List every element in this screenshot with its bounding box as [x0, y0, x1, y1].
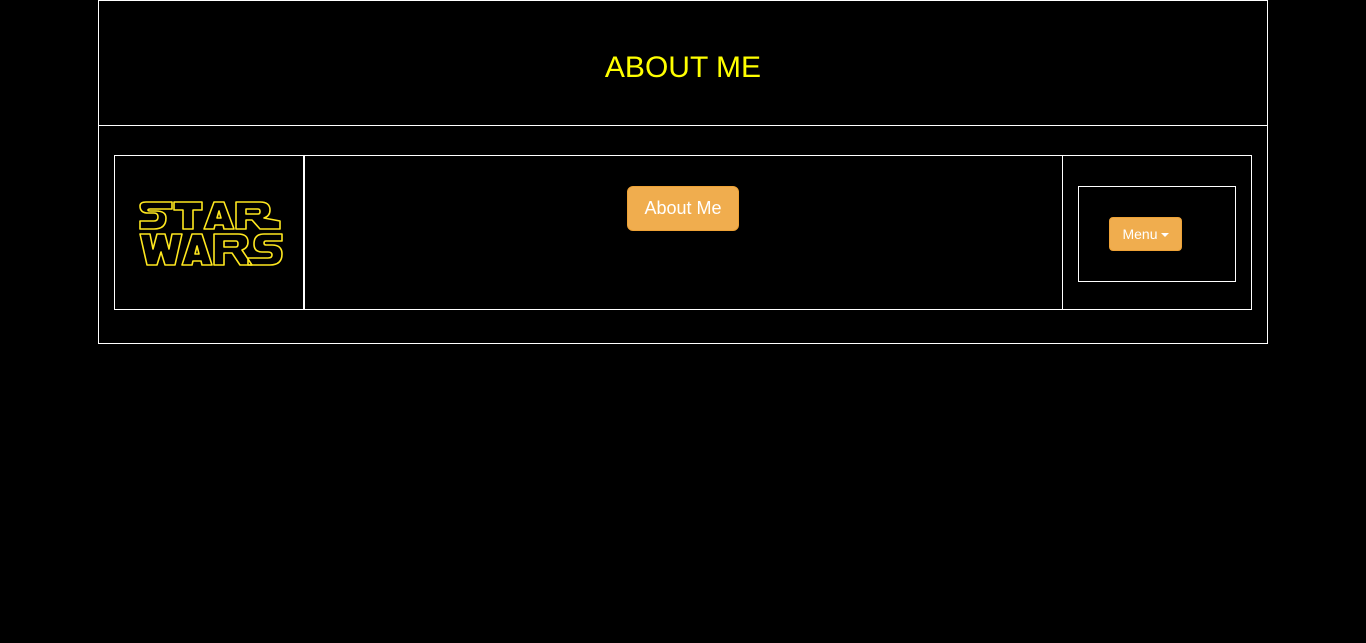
menu-dropdown-button[interactable]: Menu: [1109, 217, 1182, 251]
header: ABOUT ME: [99, 0, 1267, 126]
menu-button-label: Menu: [1122, 226, 1158, 242]
logo-cell: [114, 155, 304, 310]
about-me-button[interactable]: About Me: [627, 186, 739, 231]
page-title: ABOUT ME: [604, 51, 762, 84]
caret-down-icon: [1160, 233, 1169, 238]
star-wars-logo: [139, 201, 283, 266]
content-row: About Me Menu: [114, 155, 1252, 311]
page-container: ABOUT ME About Me Menu: [98, 0, 1268, 344]
main-cell: About Me: [304, 155, 1063, 310]
menu-cell: Menu: [1062, 155, 1252, 310]
menu-container: Menu: [1078, 186, 1236, 282]
